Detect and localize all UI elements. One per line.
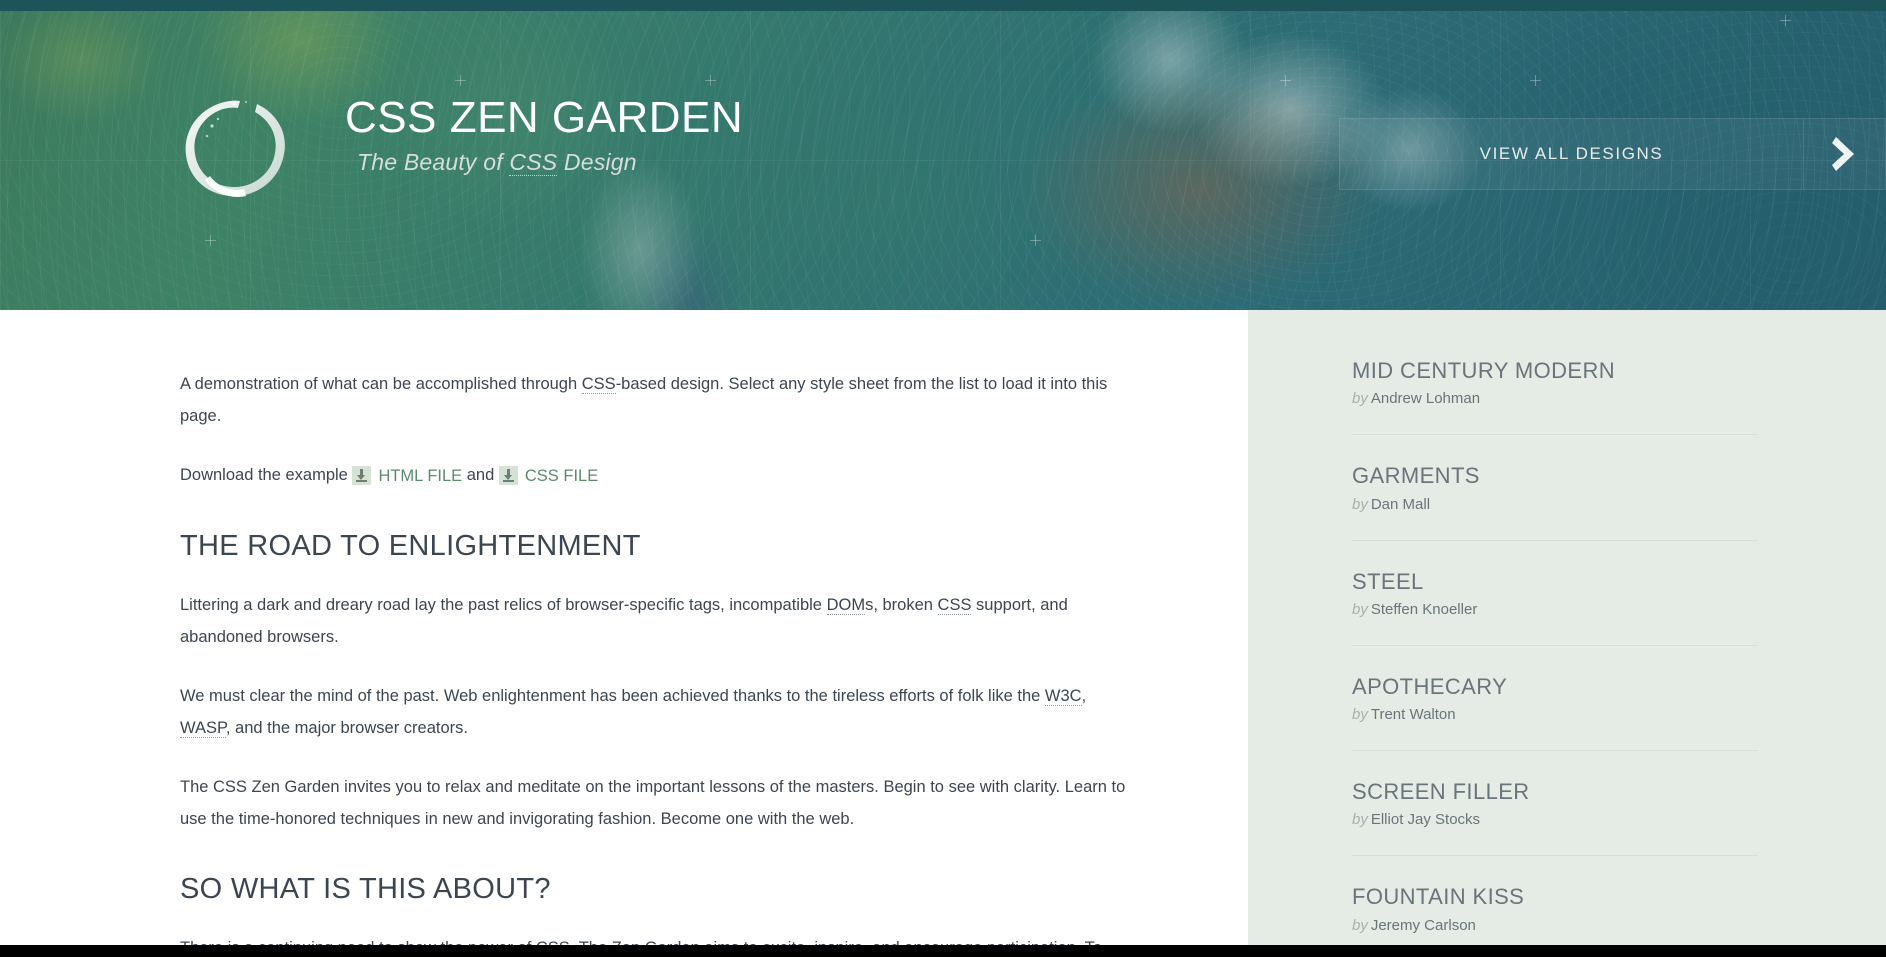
css-abbr: CSS [937, 595, 972, 615]
download-paragraph: Download the example HTML FILE and CSS F… [180, 459, 1128, 492]
download-icon [498, 466, 518, 486]
tagline-css-abbr: CSS [509, 149, 558, 177]
design-name: STEEL [1352, 568, 1424, 594]
design-name: GARMENTS [1352, 463, 1480, 489]
p2-c: , and the major browser creators. [225, 718, 468, 737]
design-author: by Dan Mall [1352, 496, 1758, 513]
design-author: by Trent Walton [1352, 706, 1758, 723]
bottom-edge-strip [0, 945, 1886, 957]
paragraph-relics: Littering a dark and dreary road lay the… [180, 589, 1128, 653]
p1-a: Littering a dark and dreary road lay the… [180, 595, 827, 614]
section-heading-road-to-enlightenment: THE ROAD TO ENLIGHTENMENT [180, 529, 641, 562]
design-author-name: Dan Mall [1370, 495, 1431, 513]
top-edge-strip [0, 0, 1886, 11]
design-name: MID CENTURY MODERN [1352, 358, 1616, 383]
site-header: CSS ZEN GARDEN The Beauty of CSS Design … [0, 0, 1886, 310]
intro-pre: A demonstration of what can be accomplis… [180, 375, 582, 393]
paragraph-clear-mind: We must clear the mind of the past. Web … [180, 680, 1128, 744]
download-css-label: CSS FILE [524, 466, 599, 485]
wasp-abbr: WASP [180, 718, 226, 738]
design-list-item[interactable]: GARMENTS by Dan Mall [1352, 463, 1758, 541]
design-author-by-label: by [1352, 495, 1368, 513]
design-author-name: Andrew Lohman [1370, 390, 1481, 408]
site-tagline: The Beauty of CSS Design [357, 149, 743, 177]
design-list-item[interactable]: STEEL by Steffen Knoeller [1352, 569, 1758, 646]
design-author-name: Steffen Knoeller [1370, 600, 1478, 618]
view-all-designs-label: VIEW ALL DESIGNS [1479, 144, 1664, 163]
design-author: by Jeremy Carlson [1352, 917, 1758, 934]
enso-circle-logo-icon [174, 88, 296, 210]
dom-abbr: DOM [826, 595, 866, 615]
paragraph-invites: The CSS Zen Garden invites you to relax … [180, 777, 1126, 828]
design-author-by-label: by [1352, 916, 1368, 934]
chevron-right-icon [1831, 137, 1854, 171]
design-list-item[interactable]: APOTHECARY by Trent Walton [1352, 673, 1758, 752]
tagline-pre: The Beauty of [357, 149, 510, 176]
download-css-link[interactable]: CSS FILE [498, 460, 599, 492]
tagline-post: Design [557, 149, 637, 176]
download-html-link[interactable]: HTML FILE [352, 460, 462, 492]
main-content: A demonstration of what can be accomplis… [0, 310, 1248, 957]
next-design-button[interactable] [1803, 119, 1885, 189]
site-identity: CSS ZEN GARDEN The Beauty of CSS Design [345, 93, 744, 177]
design-list-item[interactable]: SCREEN FILLER by Elliot Jay Stocks [1352, 779, 1758, 857]
design-author-name: Trent Walton [1370, 706, 1456, 724]
design-name: APOTHECARY [1352, 673, 1508, 699]
download-and: and [462, 466, 499, 484]
p2-a: We must clear the mind of the past. Web … [180, 686, 1045, 705]
view-all-designs-button[interactable]: VIEW ALL DESIGNS [1339, 118, 1886, 190]
w3c-abbr: W3C [1044, 686, 1082, 706]
p2-b: , [1081, 686, 1087, 705]
page-root: CSS ZEN GARDEN The Beauty of CSS Design … [0, 0, 1886, 957]
download-lead: Download the example [180, 466, 353, 484]
p1-b: s, broken [865, 595, 938, 614]
design-author: by Elliot Jay Stocks [1352, 811, 1758, 828]
download-icon [352, 466, 372, 486]
design-name: FOUNTAIN KISS [1352, 884, 1525, 910]
intro-css-abbr: CSS [581, 375, 616, 394]
section-heading-so-what-is-this-about: SO WHAT IS THIS ABOUT? [180, 872, 551, 905]
design-author-name: Jeremy Carlson [1370, 916, 1476, 934]
design-author-by-label: by [1352, 390, 1368, 408]
design-author: by Steffen Knoeller [1352, 601, 1758, 618]
design-list: MID CENTURY MODERN by Andrew Lohman GARMENT… [1352, 358, 1758, 957]
design-author-name: Elliot Jay Stocks [1370, 811, 1481, 829]
download-html-label: HTML FILE [378, 466, 463, 485]
design-author-by-label: by [1352, 706, 1368, 724]
design-author: by Andrew Lohman [1352, 390, 1758, 407]
design-author-by-label: by [1352, 811, 1368, 829]
page-title: CSS ZEN GARDEN [345, 93, 744, 142]
design-author-by-label: by [1352, 600, 1368, 618]
design-list-sidebar: MID CENTURY MODERN by Andrew Lohman GARMENT… [1248, 310, 1886, 957]
design-list-item[interactable]: MID CENTURY MODERN by Andrew Lohman [1352, 358, 1758, 436]
intro-paragraph: A demonstration of what can be accomplis… [180, 368, 1128, 432]
design-name: SCREEN FILLER [1352, 779, 1530, 805]
